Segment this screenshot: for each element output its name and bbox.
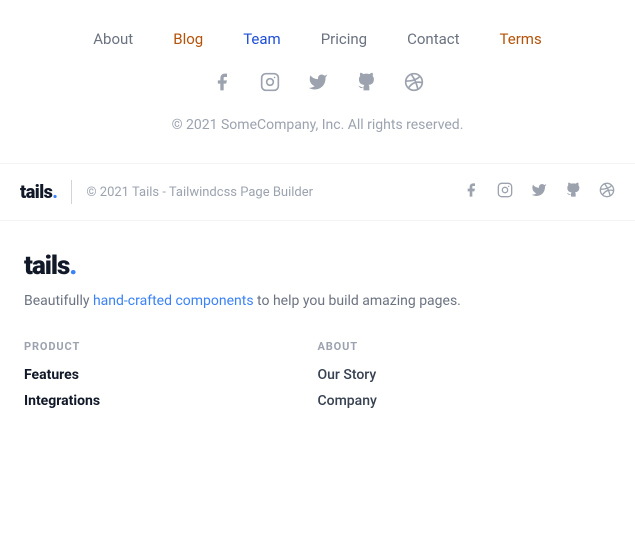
social-icons-small: [463, 182, 615, 203]
nav-terms[interactable]: Terms: [500, 30, 542, 48]
github-icon[interactable]: [356, 72, 376, 97]
footer-nav: About Blog Team Pricing Contact Terms: [60, 30, 575, 48]
tails-copyright: © 2021 Tails - Tailwindcss Page Builder: [86, 185, 463, 200]
tails-brand-small: tails.: [20, 182, 57, 203]
twitter-icon-sm[interactable]: [531, 182, 547, 203]
company-link[interactable]: Company: [318, 393, 612, 409]
tails-brand-large: tails.: [24, 251, 611, 281]
dribbble-icon[interactable]: [404, 72, 424, 97]
instagram-icon[interactable]: [260, 72, 280, 97]
integrations-link[interactable]: Integrations: [24, 393, 318, 409]
copyright-text: © 2021 SomeCompany, Inc. All rights rese…: [60, 117, 575, 133]
vertical-divider: [71, 180, 72, 204]
facebook-icon-sm[interactable]: [463, 182, 479, 203]
dribbble-icon-sm[interactable]: [599, 182, 615, 203]
product-column: PRODUCT Features Integrations: [24, 340, 318, 419]
nav-contact[interactable]: Contact: [407, 30, 459, 48]
features-link[interactable]: Features: [24, 367, 318, 383]
footer-section-3: tails. Beautifully hand-crafted componen…: [0, 221, 635, 449]
nav-pricing[interactable]: Pricing: [321, 30, 367, 48]
product-heading: PRODUCT: [24, 340, 318, 353]
facebook-icon[interactable]: [212, 72, 232, 97]
nav-blog[interactable]: Blog: [173, 30, 203, 48]
tagline: Beautifully hand-crafted components to h…: [24, 291, 611, 312]
instagram-icon-sm[interactable]: [497, 182, 513, 203]
about-column: ABOUT Our Story Company: [318, 340, 612, 419]
footer-columns: PRODUCT Features Integrations ABOUT Our …: [24, 340, 611, 419]
our-story-link[interactable]: Our Story: [318, 367, 612, 383]
footer-section-2: tails. © 2021 Tails - Tailwindcss Page B…: [0, 164, 635, 221]
about-heading: ABOUT: [318, 340, 612, 353]
twitter-icon[interactable]: [308, 72, 328, 97]
nav-about[interactable]: About: [93, 30, 133, 48]
nav-team[interactable]: Team: [243, 30, 281, 48]
social-icons-large: [60, 72, 575, 97]
github-icon-sm[interactable]: [565, 182, 581, 203]
footer-section-1: About Blog Team Pricing Contact Terms: [0, 0, 635, 164]
